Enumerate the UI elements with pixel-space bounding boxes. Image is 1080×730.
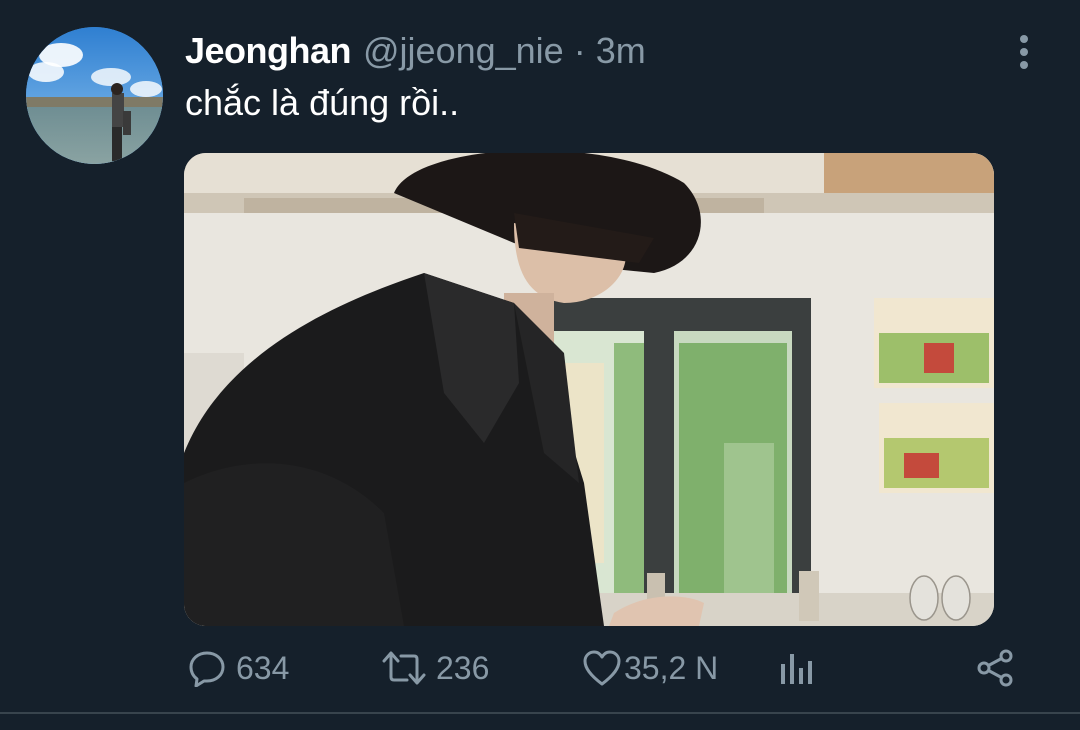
like-count: 35,2 N	[624, 649, 719, 686]
like-button[interactable]: 35,2 N	[582, 640, 718, 696]
avatar[interactable]	[26, 27, 163, 164]
user-handle[interactable]: @jjeong_nie	[363, 28, 564, 74]
speech-bubble-icon	[189, 651, 225, 687]
retweet-button[interactable]: 236	[382, 640, 489, 696]
tweet[interactable]: Jeonghan @jjeong_nie · 3m chắc là đúng r…	[0, 0, 1080, 730]
bar-chart-icon	[781, 654, 812, 684]
tweet-header: Jeonghan @jjeong_nie · 3m	[185, 28, 646, 74]
tweet-divider	[0, 712, 1080, 714]
tweet-actions: 634 236 35,2 N	[0, 640, 1080, 696]
share-icon	[977, 649, 1013, 687]
tweet-photo[interactable]	[184, 153, 994, 626]
reply-button[interactable]: 634	[188, 640, 289, 696]
analytics-button[interactable]	[779, 640, 815, 696]
retweet-count: 236	[436, 649, 490, 686]
vertical-ellipsis-icon	[1020, 35, 1028, 69]
more-options-button[interactable]	[1008, 32, 1040, 72]
header-separator: ·	[573, 30, 586, 71]
share-button[interactable]	[975, 640, 1015, 696]
reply-count: 634	[236, 649, 290, 686]
timestamp[interactable]: 3m	[596, 28, 646, 74]
display-name[interactable]: Jeonghan	[185, 28, 352, 74]
retweet-icon	[382, 651, 426, 685]
heart-icon	[583, 650, 621, 686]
tweet-text: chắc là đúng rồi..	[185, 82, 460, 123]
